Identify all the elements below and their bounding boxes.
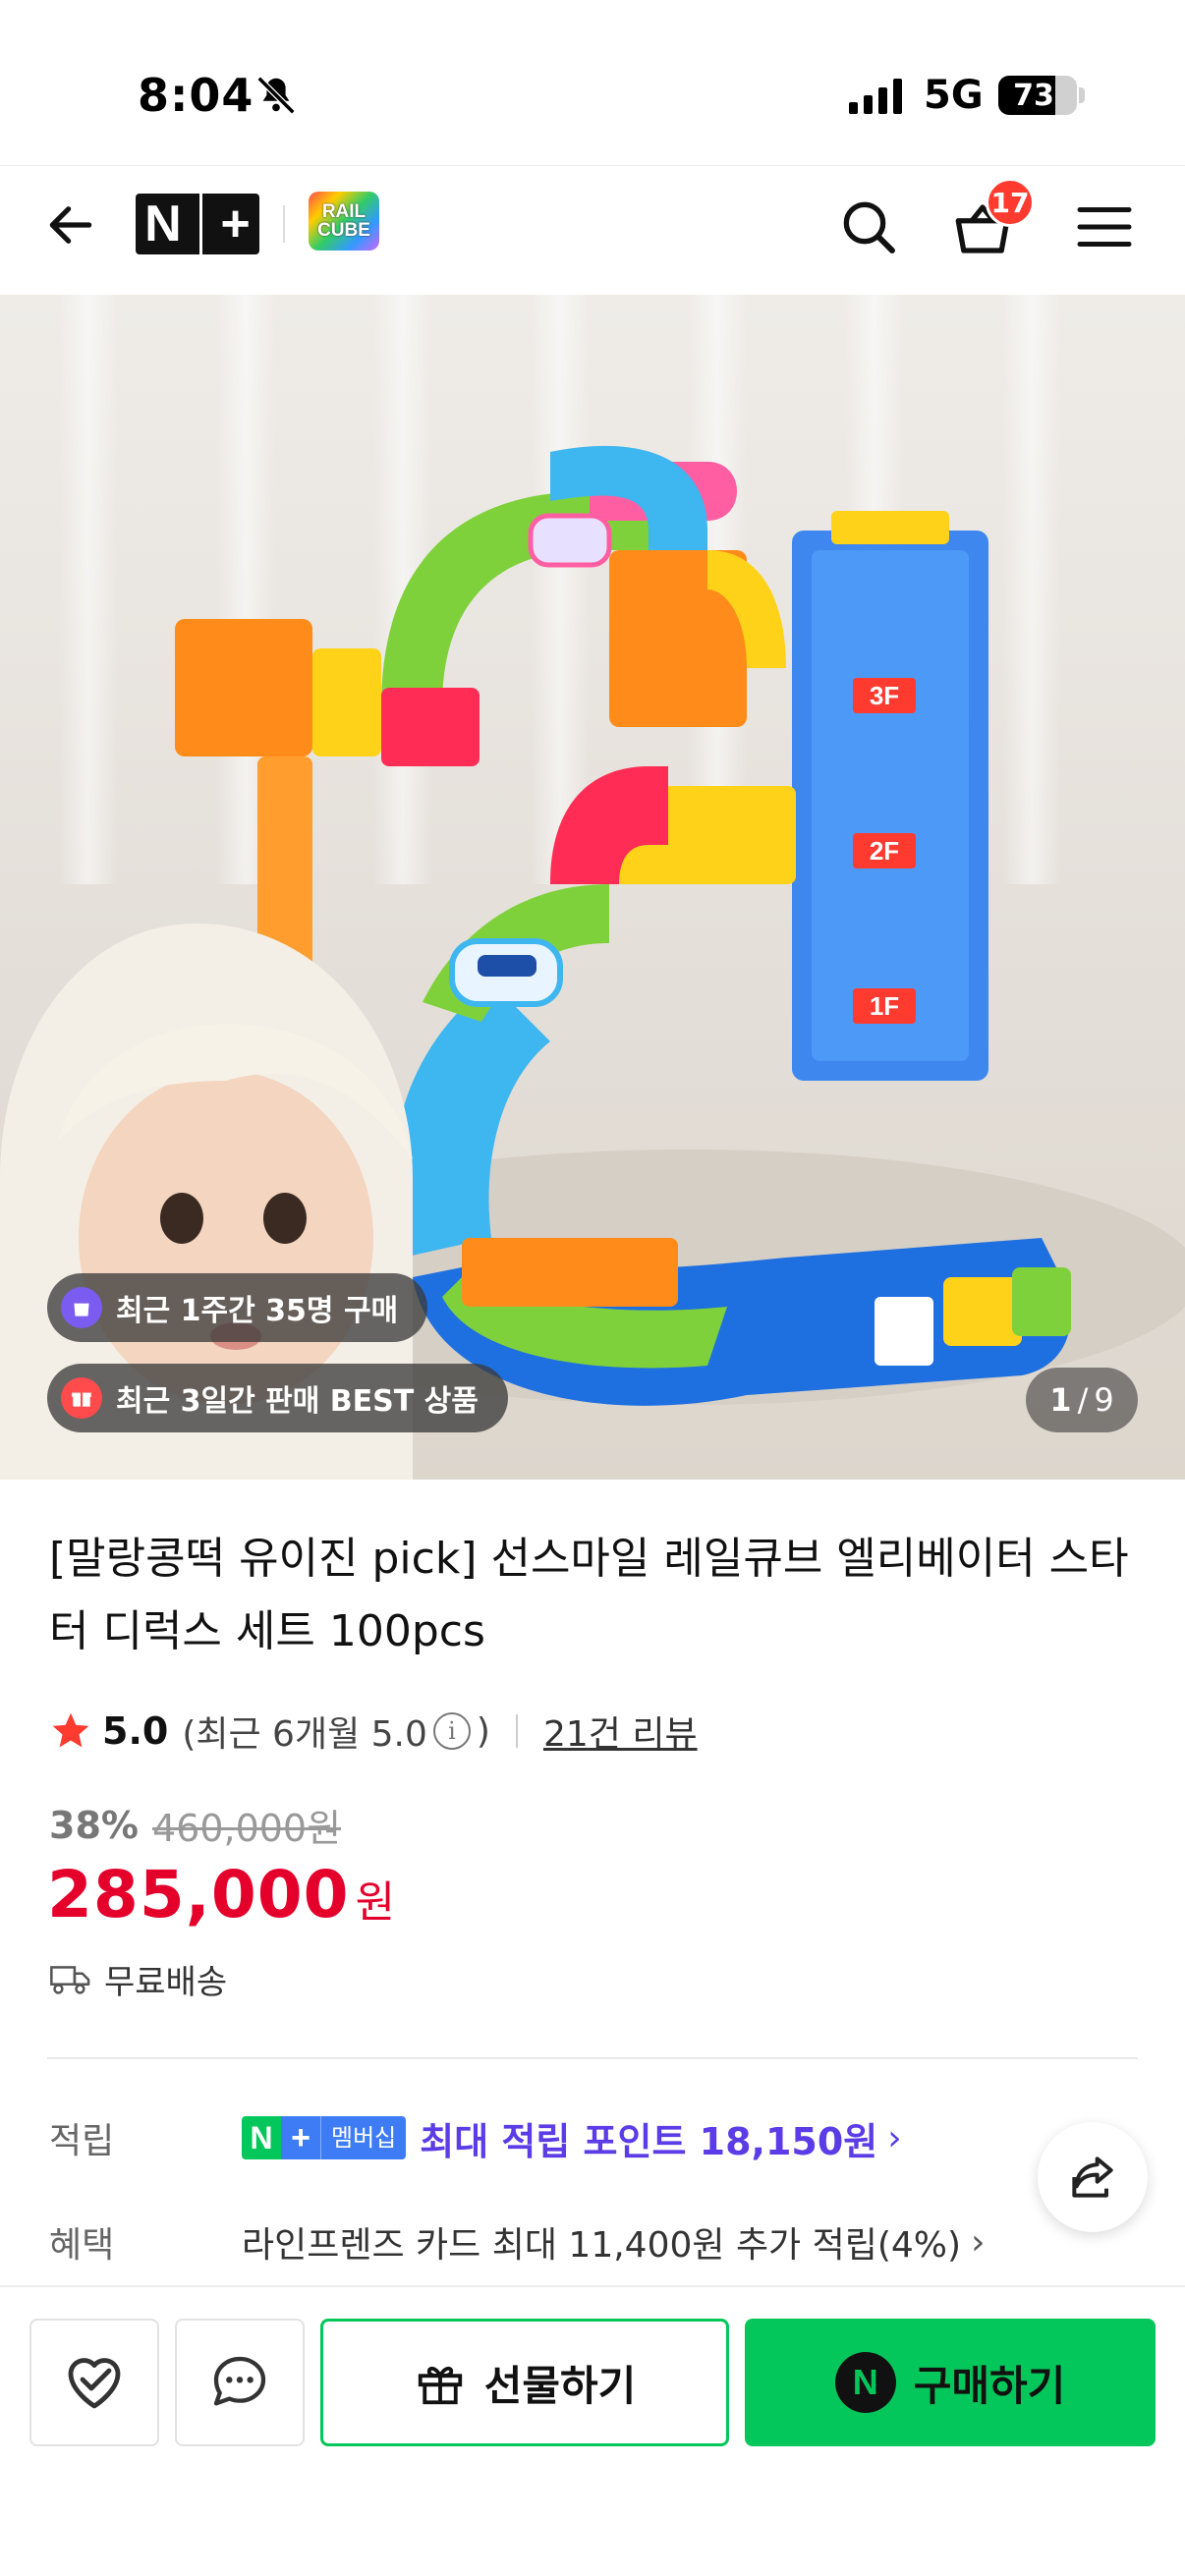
arrow-left-icon xyxy=(49,206,92,244)
recent-buyers-badge: 최근 1주간 35명 구매 xyxy=(47,1273,428,1342)
buy-button-label: 구매하기 xyxy=(913,2361,1066,2410)
discount-row: 38% 460,000원 xyxy=(49,1798,341,1852)
naver-plus-logo[interactable]: N + xyxy=(136,194,259,254)
chat-bubble-icon xyxy=(213,2356,266,2406)
max-points-text: 최대 적립 포인트 18,150원 xyxy=(420,2119,878,2163)
points-row[interactable]: 적립 N + 멤버십 최대 적립 포인트 18,150원 › xyxy=(49,2108,902,2167)
card-benefit-text: 라인프렌즈 카드 최대 11,400원 추가 적립(4%) xyxy=(242,2225,962,2266)
status-bar: 8:04 5G 73 xyxy=(0,0,1185,165)
battery-level: 73 xyxy=(1013,78,1054,113)
shipping-text: 무료배송 xyxy=(104,1963,228,2002)
gift-icon xyxy=(61,1377,102,1419)
top-nav: N + RAIL CUBE 17 xyxy=(0,165,1185,295)
toy-label-1f: 1F xyxy=(870,991,899,1021)
recent-buyers-text: 최근 1주간 35명 구매 xyxy=(116,1294,399,1328)
rating-row: 5.0 (최근 6개월 5.0 i ) 21건 리뷰 xyxy=(49,1704,698,1759)
cellular-signal-icon xyxy=(849,79,902,114)
heart-check-icon xyxy=(68,2358,121,2409)
buy-button[interactable]: N 구매하기 xyxy=(745,2319,1156,2446)
status-time: 8:04 xyxy=(138,69,254,122)
menu-button[interactable] xyxy=(1067,196,1142,258)
image-counter: 1 / 9 xyxy=(1026,1368,1138,1432)
shopping-bag-icon xyxy=(61,1287,102,1328)
star-icon xyxy=(52,1712,89,1748)
gift-box-icon xyxy=(418,2366,462,2405)
search-button[interactable] xyxy=(831,190,906,264)
chevron-right-icon: › xyxy=(971,2221,986,2263)
section-divider xyxy=(47,2057,1138,2059)
naver-pay-icon: N xyxy=(834,2352,896,2413)
toy-label-2f: 2F xyxy=(870,836,899,866)
image-counter-sep: / xyxy=(1077,1381,1089,1419)
original-price: 460,000원 xyxy=(151,1807,342,1850)
shipping-row: 무료배송 xyxy=(49,1955,227,2003)
rating-score: 5.0 xyxy=(102,1709,169,1753)
cart-count-badge: 17 xyxy=(986,178,1035,227)
points-label: 적립 xyxy=(49,2121,115,2161)
hamburger-menu-icon xyxy=(1077,207,1132,247)
discount-percent: 38% xyxy=(49,1803,139,1847)
info-icon[interactable]: i xyxy=(432,1712,471,1750)
brand-store-logo[interactable]: RAIL CUBE xyxy=(309,192,379,251)
gift-button[interactable]: 선물하기 xyxy=(320,2319,729,2446)
recent-rating-text: (최근 6개월 5.0 xyxy=(182,1714,427,1755)
wishlist-button[interactable] xyxy=(29,2319,159,2446)
membership-label: 멤버십 xyxy=(320,2116,407,2159)
image-counter-total: 9 xyxy=(1094,1381,1114,1419)
review-count-link[interactable]: 21건 리뷰 xyxy=(543,1706,698,1757)
toy-label-3f: 3F xyxy=(870,681,899,710)
bell-off-icon xyxy=(256,76,296,115)
benefit-label: 혜택 xyxy=(49,2225,115,2266)
network-type: 5G xyxy=(924,73,984,118)
share-icon xyxy=(1072,2156,1113,2198)
price-unit: 원 xyxy=(355,1877,396,1928)
bottom-action-bar: 선물하기 N 구매하기 xyxy=(0,2285,1185,2576)
chevron-right-icon: › xyxy=(887,2117,902,2158)
sale-price: 285,000 xyxy=(47,1857,350,1932)
recent-rating-close: ) xyxy=(476,1710,490,1752)
best-seller-badge: 최근 3일간 판매 BEST 상품 xyxy=(47,1364,508,1432)
naver-plus-membership-badge: N + 멤버십 xyxy=(242,2116,407,2159)
card-benefit-row[interactable]: 혜택 라인프렌즈 카드 최대 11,400원 추가 적립(4%) › xyxy=(49,2212,985,2271)
talk-talk-button[interactable] xyxy=(175,2319,305,2446)
share-button[interactable] xyxy=(1038,2122,1148,2232)
product-title: [말랑콩떡 유이진 pick] 선스마일 레일큐브 엘리베이터 스타터 디럭스 … xyxy=(49,1534,1129,1656)
battery-cap xyxy=(1079,87,1085,103)
image-counter-current: 1 xyxy=(1049,1381,1072,1419)
back-button[interactable] xyxy=(39,194,102,256)
search-icon xyxy=(843,201,895,253)
nav-divider xyxy=(283,205,285,243)
battery-icon: 73 xyxy=(998,76,1077,115)
best-seller-text: 최근 3일간 판매 BEST 상품 xyxy=(116,1384,479,1419)
recent-rating: (최근 6개월 5.0 i ) xyxy=(182,1706,490,1757)
price-row: 285,000 원 xyxy=(47,1857,395,1932)
rating-divider xyxy=(515,1714,518,1748)
truck-icon xyxy=(50,1965,90,1994)
gift-button-label: 선물하기 xyxy=(483,2361,637,2410)
product-image-carousel[interactable]: 3F 2F 1F 최근 1주간 35명 구매 최근 3일간 판매 BEST 상품… xyxy=(0,295,1185,1480)
